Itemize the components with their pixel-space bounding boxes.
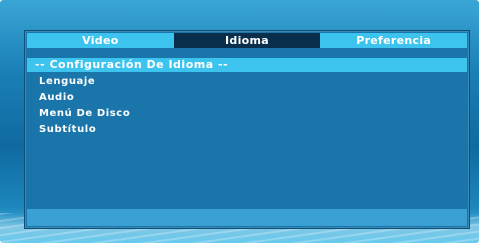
- footer-bar: [27, 209, 467, 226]
- menu-item-lenguaje[interactable]: Lenguaje: [39, 74, 130, 90]
- section-header: -- Configuración De Idioma --: [27, 58, 467, 72]
- menu-list: Lenguaje Audio Menú De Disco Subtítulo: [39, 74, 130, 138]
- tab-preferencia[interactable]: Preferencia: [320, 33, 467, 48]
- setup-menu-panel: Video Idioma Preferencia -- Configuració…: [24, 30, 470, 229]
- tv-screen: Video Idioma Preferencia -- Configuració…: [0, 0, 479, 243]
- tab-idioma[interactable]: Idioma: [173, 33, 321, 48]
- tab-bar: Video Idioma Preferencia: [27, 33, 467, 48]
- menu-item-menu-de-disco[interactable]: Menú De Disco: [39, 106, 130, 122]
- menu-item-audio[interactable]: Audio: [39, 90, 130, 106]
- tab-video[interactable]: Video: [27, 33, 174, 48]
- menu-item-subtitulo[interactable]: Subtítulo: [39, 122, 130, 138]
